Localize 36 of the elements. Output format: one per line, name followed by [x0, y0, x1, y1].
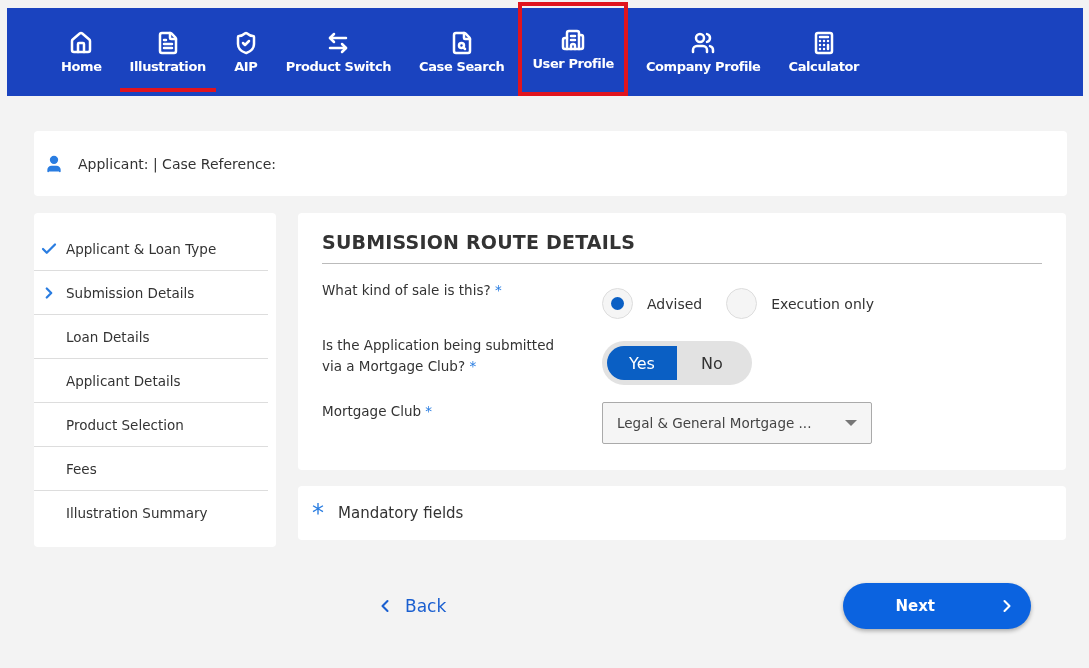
caret-icon [845, 420, 857, 426]
step-link[interactable]: Product Selection [66, 416, 184, 433]
step-link[interactable]: Fees [66, 460, 97, 477]
person-icon [44, 153, 64, 174]
building-icon [561, 27, 586, 52]
radio-button[interactable] [726, 288, 758, 319]
nav-tab[interactable]: Home [47, 8, 116, 96]
field-label: What kind of sale is this? * [322, 281, 503, 300]
toggle-option[interactable]: Yes [607, 346, 677, 380]
nav-tab[interactable]: User Profile [518, 2, 628, 96]
section-title: SUBMISSION ROUTE DETAILS [322, 231, 1042, 264]
home-icon [69, 30, 94, 55]
step-link[interactable]: Loan Details [66, 328, 150, 345]
field-label: Is the Application being submitted via a Mortgage Club? * [322, 336, 556, 376]
note-text: Mandatory fields [338, 504, 464, 522]
nav-tab[interactable]: AIP [219, 8, 272, 96]
step-link[interactable]: Illustration Summary [66, 505, 208, 521]
field-label: Mortgage Club * [322, 402, 434, 421]
nav-tab[interactable]: Company Profile [631, 8, 775, 96]
nav-tab[interactable]: Case Search [405, 8, 519, 96]
back-link[interactable]: Back [375, 596, 447, 616]
radio-label: Execution only [771, 295, 874, 312]
toggle-option[interactable]: No [677, 346, 747, 380]
radio-button[interactable] [602, 288, 633, 319]
users-icon [691, 30, 716, 55]
nav-tab[interactable]: Product Switch [271, 8, 406, 96]
radio-label: Advised [647, 295, 703, 312]
applicant-text: Applicant: | Case Reference: [78, 155, 277, 172]
step-link[interactable]: Applicant & Loan Type [66, 240, 217, 257]
select-dropdown[interactable]: Legal & General Mortgage ... [602, 402, 872, 444]
nav-tab[interactable]: Illustration [115, 8, 220, 96]
asterisk-mark: * [312, 499, 324, 527]
nav-tab[interactable]: Calculator [774, 8, 874, 96]
next-button[interactable]: Next [843, 583, 1031, 629]
step-link[interactable]: Submission Details [66, 284, 195, 301]
step-link[interactable]: Applicant Details [66, 372, 181, 389]
